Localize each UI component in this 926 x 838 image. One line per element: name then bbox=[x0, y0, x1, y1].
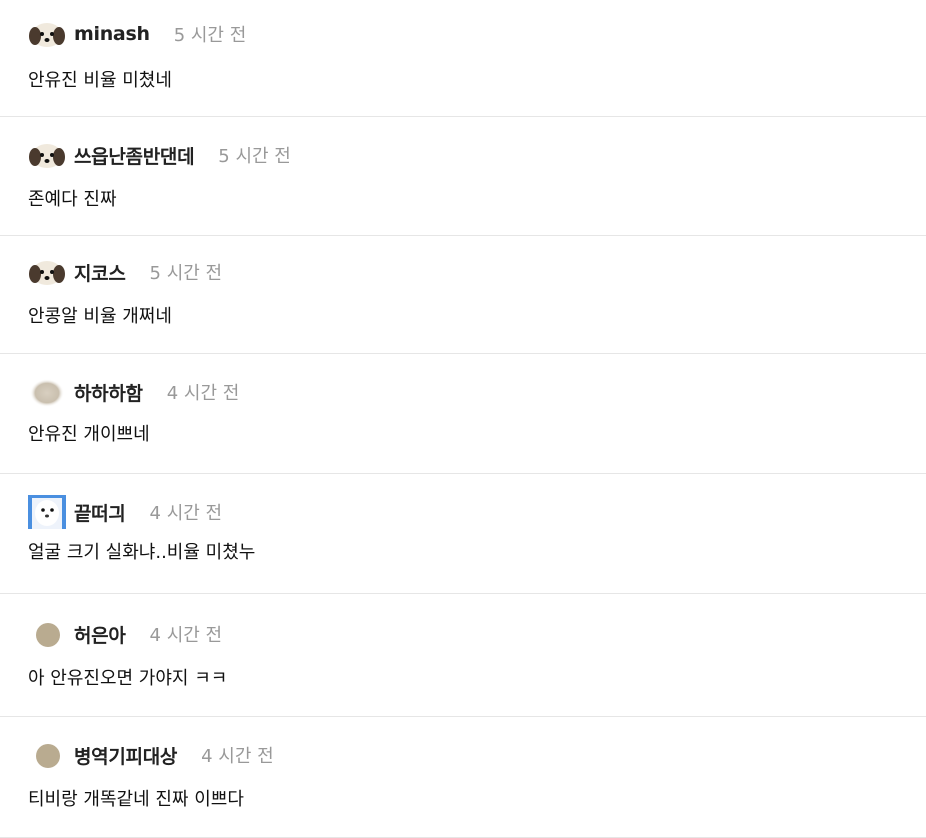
blurred-avatar-icon[interactable] bbox=[28, 377, 66, 407]
comment-item: 병역기피대상 4 시간 전 티비랑 개똑같네 진짜 이쁘다 bbox=[0, 717, 926, 838]
comment-timestamp: 5 시간 전 bbox=[149, 263, 223, 284]
comment-item: minash 5 시간 전 안유진 비율 미쳤네 bbox=[0, 0, 926, 117]
comment-author[interactable]: minash bbox=[74, 23, 150, 45]
comment-text: 아 안유진오면 가야지 ㅋㅋ bbox=[28, 668, 228, 689]
puppy-avatar-icon[interactable] bbox=[28, 140, 66, 170]
comment-item: 끝떠긔 4 시간 전 얼굴 크기 실화냐..비율 미쳤누 bbox=[0, 474, 926, 594]
comment-author[interactable]: 끝떠긔 bbox=[74, 499, 126, 526]
comment-header: minash 5 시간 전 bbox=[28, 0, 926, 54]
comment-timestamp: 5 시간 전 bbox=[218, 146, 291, 167]
comment-text: 안유진 비율 미쳤네 bbox=[28, 70, 172, 91]
comment-text: 티비랑 개똑같네 진짜 이쁘다 bbox=[28, 789, 244, 810]
comment-text: 안콩알 비율 개쩌네 bbox=[28, 306, 172, 327]
comment-text: 안유진 개이쁘네 bbox=[28, 424, 150, 445]
comment-text: 얼굴 크기 실화냐..비율 미쳤누 bbox=[28, 542, 256, 563]
comment-author[interactable]: 쓰읍난좀반댄데 bbox=[74, 142, 195, 169]
puppy-avatar-icon[interactable] bbox=[28, 19, 66, 49]
comment-item: 지코스 5 시간 전 안콩알 비율 개쩌네 bbox=[0, 236, 926, 354]
comment-author[interactable]: 지코스 bbox=[74, 259, 126, 286]
circle-avatar-icon[interactable] bbox=[28, 619, 66, 649]
comment-timestamp: 5 시간 전 bbox=[173, 25, 247, 46]
comment-header: 하하하함 4 시간 전 bbox=[28, 354, 926, 412]
comment-author[interactable]: 병역기피대상 bbox=[74, 742, 177, 769]
comment-timestamp: 4 시간 전 bbox=[149, 503, 223, 524]
comment-header: 병역기피대상 4 시간 전 bbox=[28, 717, 926, 775]
comment-author[interactable]: 하하하함 bbox=[74, 379, 143, 406]
circle-avatar-icon[interactable] bbox=[28, 740, 66, 770]
comment-header: 끝떠긔 4 시간 전 bbox=[28, 474, 926, 532]
comment-header: 허은아 4 시간 전 bbox=[28, 594, 926, 654]
comment-timestamp: 4 시간 전 bbox=[149, 625, 223, 646]
blue-dog-avatar-icon[interactable] bbox=[28, 495, 66, 529]
comment-item: 하하하함 4 시간 전 안유진 개이쁘네 bbox=[0, 354, 926, 474]
comment-item: 허은아 4 시간 전 아 안유진오면 가야지 ㅋㅋ bbox=[0, 594, 926, 717]
comment-text: 존예다 진짜 bbox=[28, 189, 117, 210]
comment-header: 쓰읍난좀반댄데 5 시간 전 bbox=[28, 117, 926, 175]
comment-list: minash 5 시간 전 안유진 비율 미쳤네 쓰읍난좀반댄데 5 시간 전 … bbox=[0, 0, 926, 838]
comment-item: 쓰읍난좀반댄데 5 시간 전 존예다 진짜 bbox=[0, 117, 926, 236]
puppy-avatar-icon[interactable] bbox=[28, 257, 66, 287]
comment-timestamp: 4 시간 전 bbox=[201, 746, 274, 767]
comment-author[interactable]: 허은아 bbox=[74, 621, 126, 648]
comment-timestamp: 4 시간 전 bbox=[166, 383, 240, 404]
comment-header: 지코스 5 시간 전 bbox=[28, 236, 926, 292]
